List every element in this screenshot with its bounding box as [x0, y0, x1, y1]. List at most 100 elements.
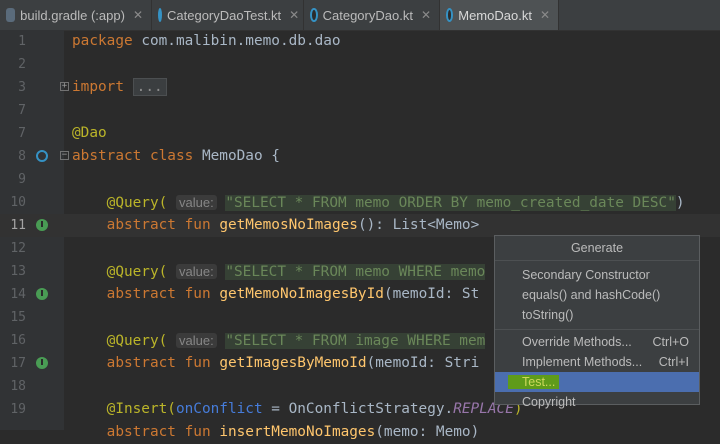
close-icon[interactable]: ✕ — [421, 8, 431, 22]
function-name: insertMemoNoImages — [219, 424, 376, 440]
tab-category-dao-test[interactable]: CategoryDaoTest.kt ✕ — [152, 0, 304, 30]
code-line: 3 + import ... — [0, 76, 720, 99]
annotation: @Query( — [106, 195, 168, 211]
line-number: 2 — [18, 57, 26, 72]
code-text: abstract class MemoDao { — [72, 145, 280, 168]
code-text: abstract fun getMemosNoImages(): List<Me… — [72, 214, 480, 237]
fold-collapse-icon[interactable]: − — [60, 151, 69, 160]
keyword: abstract — [106, 286, 176, 302]
code-text: abstract fun insertMemoNoImages(memo: Me… — [72, 421, 480, 444]
sql-string: "SELECT * FROM memo ORDER BY memo_create… — [225, 195, 676, 211]
function-name: getMemoNoImagesById — [219, 286, 384, 302]
assignment: = OnConflictStrategy. — [262, 401, 454, 417]
annotation: @Query( — [106, 264, 168, 280]
parameter-hint: value: — [175, 264, 217, 279]
line-number: 9 — [18, 172, 26, 187]
implementing-gutter-icon[interactable] — [36, 357, 48, 369]
menu-separator — [495, 329, 699, 330]
keyword: abstract — [72, 148, 142, 164]
menu-item-label: Override Methods... — [522, 335, 632, 349]
line-number: 8 — [18, 149, 26, 164]
menu-item-label: Implement Methods... — [522, 355, 643, 369]
menu-item-shortcut: Ctrl+O — [652, 335, 689, 349]
keyword: abstract — [106, 355, 176, 371]
menu-item-equals-hashcode[interactable]: equals() and hashCode() — [495, 285, 699, 305]
function-name: getMemosNoImages — [219, 217, 358, 233]
close-icon[interactable]: ✕ — [289, 8, 299, 22]
keyword: abstract — [106, 217, 176, 233]
line-number: 7 — [18, 103, 26, 118]
menu-item-implement-methods[interactable]: Implement Methods... Ctrl+I — [495, 352, 699, 372]
menu-item-test[interactable]: Test... — [495, 372, 699, 392]
menu-item-label: Secondary Constructor — [522, 268, 650, 282]
kotlin-file-icon — [446, 8, 454, 22]
keyword: fun — [184, 217, 211, 233]
tab-build-gradle[interactable]: build.gradle (:app) ✕ — [0, 0, 152, 30]
popup-title: Generate — [495, 236, 699, 261]
sql-string: "SELECT * FROM image WHERE mem — [225, 333, 486, 349]
code-line: 8 − abstract class MemoDao { — [0, 145, 720, 168]
function-signature: (): List<Memo> — [357, 217, 480, 233]
menu-item-label: Copyright — [522, 395, 576, 409]
annotation: @Insert( — [106, 401, 176, 417]
line-number: 12 — [10, 241, 26, 256]
code-line: 7 — [0, 99, 720, 122]
code-text: @Query( value: "SELECT * FROM memo WHERE… — [72, 260, 486, 284]
close-icon[interactable]: ✕ — [133, 8, 143, 22]
function-signature: (memoId: Stri — [366, 355, 480, 371]
code-line: 7 @Dao — [0, 122, 720, 145]
generate-popup-menu: Generate Secondary Constructor equals() … — [494, 235, 700, 409]
tab-category-dao[interactable]: CategoryDao.kt ✕ — [304, 0, 440, 30]
code-line: 9 — [0, 168, 720, 191]
editor-tab-bar: build.gradle (:app) ✕ CategoryDaoTest.kt… — [0, 0, 720, 31]
fold-expand-icon[interactable]: + — [60, 82, 69, 91]
line-number: 14 — [10, 287, 26, 302]
keyword: fun — [184, 424, 211, 440]
tab-label: build.gradle (:app) — [20, 7, 125, 23]
menu-item-tostring[interactable]: toString() — [495, 305, 699, 325]
code-text: @Insert(onConflict = OnConflictStrategy.… — [72, 398, 523, 421]
annotation: @Query( — [106, 333, 168, 349]
keyword: fun — [184, 355, 211, 371]
menu-item-secondary-constructor[interactable]: Secondary Constructor — [495, 265, 699, 285]
folded-imports[interactable]: ... — [132, 78, 167, 96]
overridden-gutter-icon[interactable] — [36, 150, 48, 162]
parameter-hint: value: — [175, 333, 217, 348]
line-number: 3 — [18, 80, 26, 95]
line-number: 10 — [10, 195, 26, 210]
sql-string: "SELECT * FROM memo WHERE memo — [225, 264, 486, 280]
tab-memo-dao[interactable]: MemoDao.kt ✕ — [440, 0, 559, 30]
tab-label: MemoDao.kt — [458, 7, 532, 23]
menu-item-copyright[interactable]: Copyright — [495, 392, 699, 412]
line-number: 15 — [10, 310, 26, 325]
code-text: @Dao — [72, 122, 107, 145]
code-text: @Query( value: "SELECT * FROM image WHER… — [72, 329, 486, 353]
function-name: getImagesByMemoId — [219, 355, 367, 371]
menu-item-label: Test... — [508, 375, 560, 389]
menu-item-override-methods[interactable]: Override Methods... Ctrl+O — [495, 332, 699, 352]
code-line: 1 package com.malibin.memo.db.dao — [0, 30, 720, 53]
code-text: import ... — [72, 76, 167, 99]
menu-item-label: equals() and hashCode() — [522, 288, 661, 302]
code-text: package com.malibin.memo.db.dao — [72, 30, 341, 53]
implementing-gutter-icon[interactable] — [36, 288, 48, 300]
package-name: com.malibin.memo.db.dao — [132, 33, 341, 49]
keyword: fun — [184, 286, 211, 302]
line-number: 17 — [10, 356, 26, 371]
line-number: 16 — [10, 333, 26, 348]
kotlin-file-icon — [158, 8, 162, 22]
line-number: 18 — [10, 379, 26, 394]
gradle-file-icon — [6, 8, 16, 22]
close-icon[interactable]: ✕ — [540, 8, 550, 22]
implementing-gutter-icon[interactable] — [36, 219, 48, 231]
tab-label: CategoryDao.kt — [322, 7, 413, 23]
code-line: abstract fun insertMemoNoImages(memo: Me… — [0, 421, 720, 444]
kotlin-file-icon — [310, 8, 318, 22]
annotation: @Dao — [72, 125, 107, 141]
keyword: import — [72, 79, 124, 95]
line-number: 11 — [10, 218, 26, 233]
code-text: abstract fun getImagesByMemoId(memoId: S… — [72, 352, 480, 375]
function-signature: (memo: Memo) — [375, 424, 480, 440]
tab-label: CategoryDaoTest.kt — [167, 7, 282, 23]
code-text: abstract fun getMemoNoImagesById(memoId:… — [72, 283, 480, 306]
